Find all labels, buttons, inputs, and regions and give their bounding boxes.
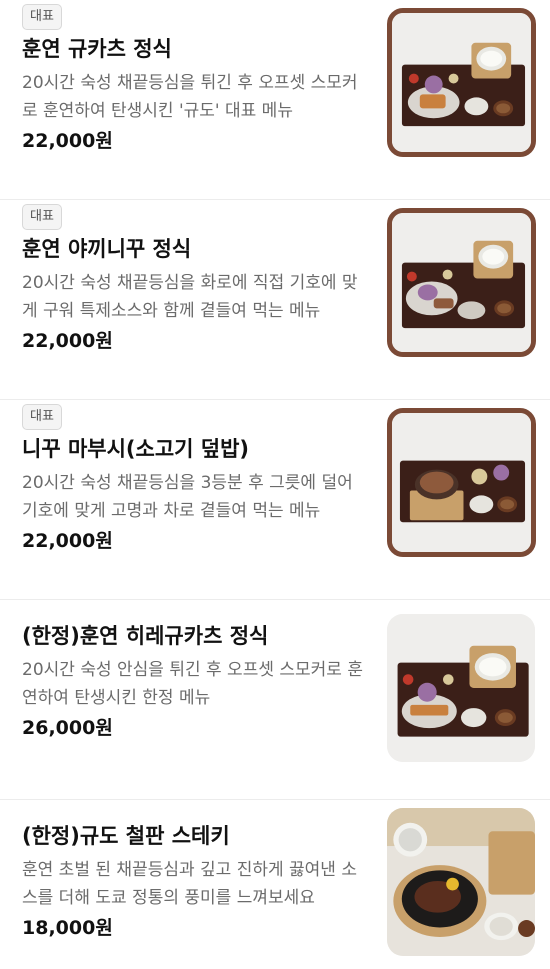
menu-item-description: 20시간 숙성 채끝등심을 화로에 직접 기호에 맞게 구워 특제소스와 함께 …	[22, 273, 358, 321]
menu-item[interactable]: 대표 훈연 야끼니꾸 정식 20시간 숙성 채끝등심을 화로에 직접 기호에 맞…	[0, 200, 550, 400]
gyukatsu-set-image	[392, 13, 531, 152]
menu-item[interactable]: 대표 훈연 규카츠 정식 20시간 숙성 채끝등심을 튀긴 후 오프셋 스모커로…	[0, 0, 550, 200]
menu-item-description: 20시간 숙성 채끝등심을 튀긴 후 오프셋 스모커로 훈연하여 탄생시킨 '규…	[22, 73, 358, 121]
menu-item[interactable]: (한정)훈연 히레규카츠 정식 20시간 숙성 안심을 튀긴 후 오프셋 스모커…	[0, 600, 550, 800]
menu-item-photo[interactable]	[387, 808, 535, 956]
menu-item-info: (한정)훈연 히레규카츠 정식 20시간 숙성 안심을 튀긴 후 오프셋 스모커…	[22, 620, 367, 742]
menu-item-description: 훈연 초벌 된 채끝등심과 깊고 진하게 끓여낸 소스를 더해 도쿄 정통의 풍…	[22, 860, 357, 908]
menu-item-title: 훈연 규카츠 정식	[22, 37, 172, 61]
menu-item-title: 니꾸 마부시(소고기 덮밥)	[22, 437, 250, 461]
hire-gyukatsu-set-image	[387, 614, 535, 762]
menu-item-photo[interactable]	[387, 8, 536, 157]
menu-item-price: 18,000원	[22, 917, 113, 939]
menu-item-photo[interactable]	[387, 614, 535, 762]
teppan-steak-image	[387, 808, 535, 956]
signature-badge: 대표	[22, 4, 62, 30]
menu-item-info: 대표 니꾸 마부시(소고기 덮밥) 20시간 숙성 채끝등심을 3등분 후 그릇…	[22, 404, 367, 555]
menu-item-info: 대표 훈연 규카츠 정식 20시간 숙성 채끝등심을 튀긴 후 오프셋 스모커로…	[22, 4, 367, 155]
menu-list: 대표 훈연 규카츠 정식 20시간 숙성 채끝등심을 튀긴 후 오프셋 스모커로…	[0, 0, 550, 969]
menu-item[interactable]: (한정)규도 철판 스테키 훈연 초벌 된 채끝등심과 깊고 진하게 끓여낸 소…	[0, 800, 550, 969]
yakiniku-set-image	[392, 213, 531, 352]
menu-item[interactable]: 대표 니꾸 마부시(소고기 덮밥) 20시간 숙성 채끝등심을 3등분 후 그릇…	[0, 400, 550, 600]
menu-item-info: (한정)규도 철판 스테키 훈연 초벌 된 채끝등심과 깊고 진하게 끓여낸 소…	[22, 820, 367, 942]
menu-item-title: 훈연 야끼니꾸 정식	[22, 237, 192, 261]
menu-item-title: (한정)훈연 히레규카츠 정식	[22, 624, 269, 648]
menu-item-title: (한정)규도 철판 스테키	[22, 824, 230, 848]
menu-item-price: 22,000원	[22, 330, 113, 352]
niku-mabushi-image	[392, 413, 531, 552]
menu-item-info: 대표 훈연 야끼니꾸 정식 20시간 숙성 채끝등심을 화로에 직접 기호에 맞…	[22, 204, 367, 355]
menu-item-photo[interactable]	[387, 408, 536, 557]
menu-item-photo[interactable]	[387, 208, 536, 357]
menu-item-price: 26,000원	[22, 717, 113, 739]
menu-item-description: 20시간 숙성 안심을 튀긴 후 오프셋 스모커로 훈연하여 탄생시킨 한정 메…	[22, 660, 363, 708]
menu-item-price: 22,000원	[22, 130, 113, 152]
signature-badge: 대표	[22, 404, 62, 430]
menu-item-price: 22,000원	[22, 530, 113, 552]
menu-item-description: 20시간 숙성 채끝등심을 3등분 후 그릇에 덜어 기호에 맞게 고명과 차로…	[22, 473, 353, 521]
signature-badge: 대표	[22, 204, 62, 230]
